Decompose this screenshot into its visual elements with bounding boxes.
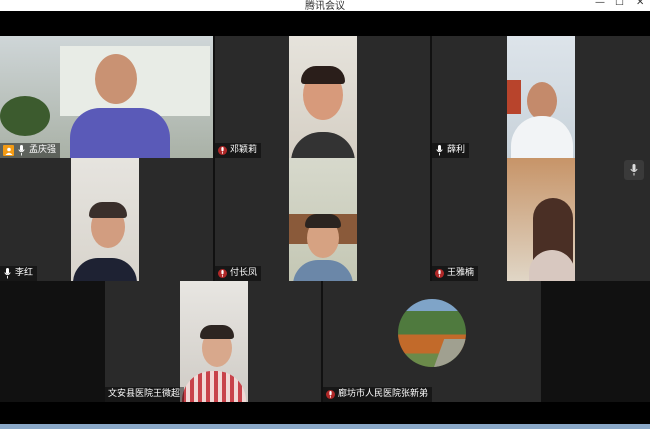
microphone-icon xyxy=(218,145,227,157)
avatar-path xyxy=(431,339,466,367)
participant-tile[interactable]: 付长凤 xyxy=(215,158,430,281)
participant-name: 薛利 xyxy=(447,145,466,155)
participant-nameplate: 薛利 xyxy=(432,143,470,158)
participant-video xyxy=(71,158,139,281)
participant-video xyxy=(507,158,575,281)
window-title: 腾讯会议 xyxy=(305,1,345,12)
shirt xyxy=(293,260,353,281)
participant-nameplate: 廊坊市人民医院张新弟 xyxy=(323,387,433,402)
participant-nameplate: 李红 xyxy=(0,266,38,281)
side-microphone-button[interactable] xyxy=(624,160,644,180)
participant-name: 孟庆强 xyxy=(29,145,57,155)
participant-nameplate: 孟庆强 xyxy=(0,143,61,158)
participant-video xyxy=(289,158,357,281)
participant-name: 廊坊市人民医院张新弟 xyxy=(338,389,429,399)
shirt xyxy=(291,132,355,158)
participant-video xyxy=(289,36,357,158)
hair xyxy=(301,66,345,84)
shirt xyxy=(73,258,137,281)
microphone-icon xyxy=(435,268,444,280)
microphone-icon xyxy=(218,268,227,280)
participant-video xyxy=(0,36,213,158)
participant-video xyxy=(180,281,248,402)
close-button[interactable]: ✕ xyxy=(636,0,644,8)
hair xyxy=(305,214,341,228)
microphone-icon xyxy=(435,145,444,157)
face xyxy=(527,82,557,120)
shirt xyxy=(70,108,170,158)
maximize-button[interactable]: ☐ xyxy=(615,0,624,8)
microphone-icon xyxy=(326,389,335,401)
striped-shirt xyxy=(182,371,246,402)
participant-name: 王雅楠 xyxy=(447,268,475,278)
video-grid: 孟庆强 邓颖莉 薛利 李红 付长凤 王雅楠 文安县医院王微超 廊坊市人民医院张新… xyxy=(0,36,650,402)
face xyxy=(95,54,137,104)
participant-nameplate: 文安县医院王微超 xyxy=(105,387,185,402)
host-user-icon xyxy=(3,145,14,156)
hair xyxy=(200,325,234,339)
participant-nameplate: 付长凤 xyxy=(215,266,262,281)
microphone-icon xyxy=(17,145,26,157)
avatar xyxy=(398,299,466,367)
participant-name: 文安县医院王微超 xyxy=(108,389,181,399)
participant-name: 邓颖莉 xyxy=(230,145,258,155)
participant-name: 付长凤 xyxy=(230,268,258,278)
participant-tile[interactable]: 文安县医院王微超 xyxy=(105,281,321,402)
hair xyxy=(89,202,127,218)
taskbar-strip xyxy=(0,424,650,429)
participant-nameplate: 邓颖莉 xyxy=(215,143,262,158)
plant xyxy=(0,96,50,136)
participant-tile[interactable]: 薛利 xyxy=(432,36,650,158)
participant-tile[interactable]: 王雅楠 xyxy=(432,158,650,281)
microphone-icon xyxy=(3,268,12,280)
participant-video xyxy=(507,36,575,158)
white-coat xyxy=(511,116,573,158)
microphone-icon xyxy=(630,161,638,180)
participant-name: 李红 xyxy=(15,268,34,278)
participant-tile[interactable]: 李红 xyxy=(0,158,213,281)
poster xyxy=(507,80,521,114)
participant-tile[interactable]: 邓颖莉 xyxy=(215,36,430,158)
participant-tile[interactable]: 孟庆强 xyxy=(0,36,213,158)
participant-nameplate: 王雅楠 xyxy=(432,266,479,281)
minimize-button[interactable]: — xyxy=(595,0,605,8)
title-bar: 腾讯会议 — ☐ ✕ xyxy=(0,0,650,12)
participant-tile[interactable]: 廊坊市人民医院张新弟 xyxy=(323,281,541,402)
